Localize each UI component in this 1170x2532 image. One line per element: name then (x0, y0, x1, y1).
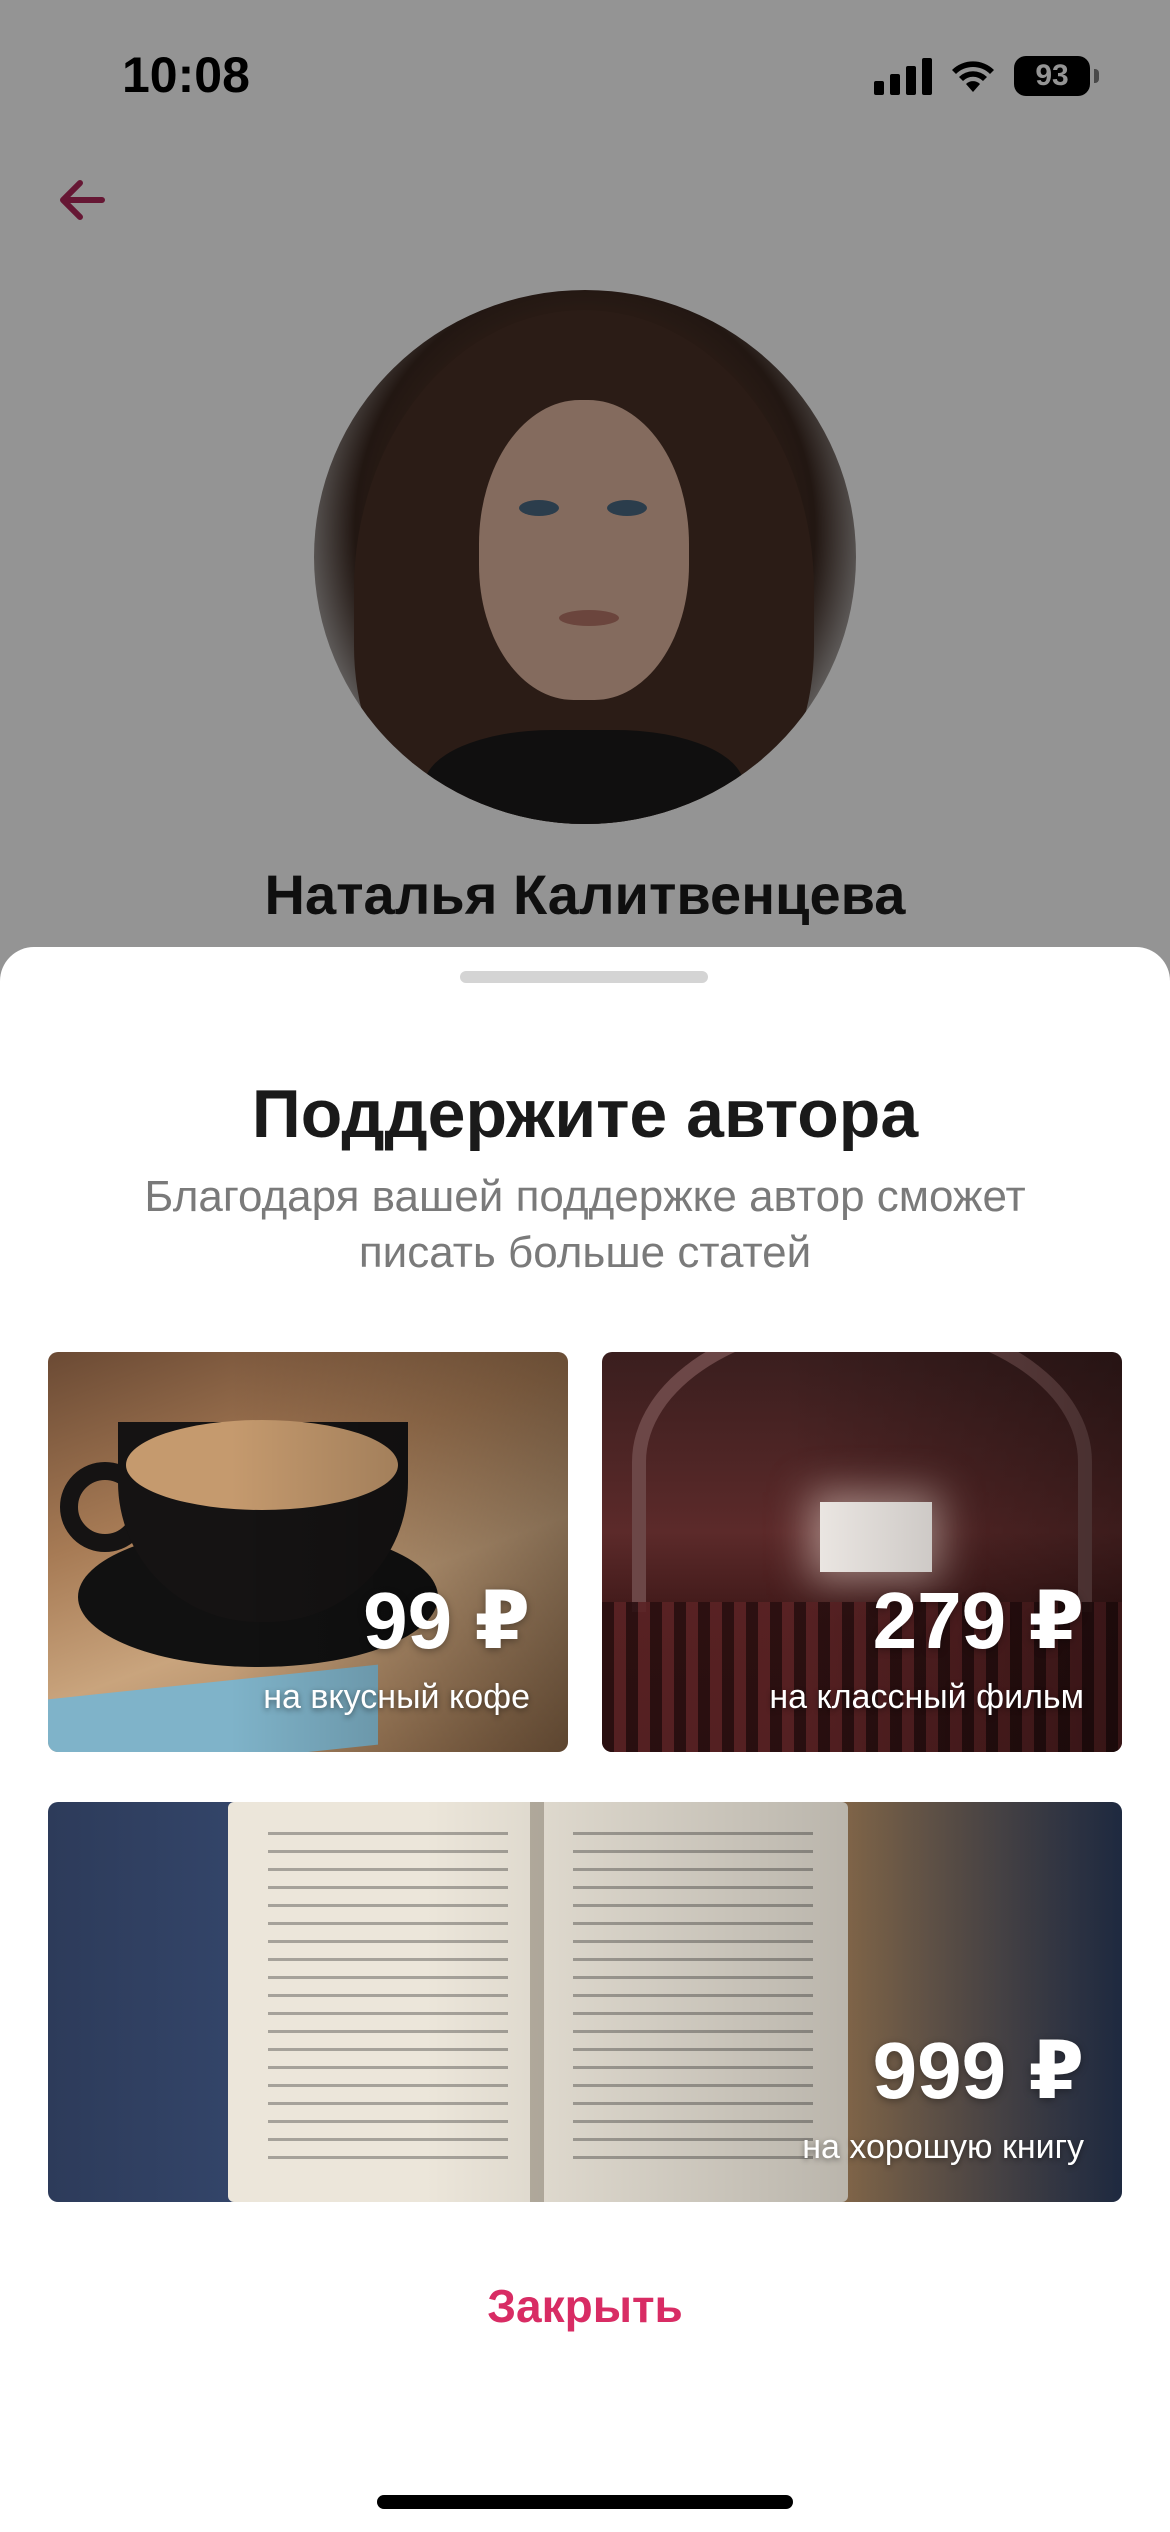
support-option-coffee[interactable]: 99 ₽ на вкусный кофе (48, 1352, 568, 1752)
sheet-grabber[interactable] (460, 971, 708, 983)
support-option-book[interactable]: 999 ₽ на хорошую книгу (48, 1802, 1122, 2202)
option-price: 279 ₽ (872, 1576, 1084, 1665)
option-price: 99 ₽ (363, 1576, 530, 1665)
option-caption: на хорошую книгу (802, 2128, 1084, 2166)
support-sheet: Поддержите автора Благодаря вашей поддер… (0, 947, 1170, 2532)
option-caption: на вкусный кофе (263, 1678, 530, 1716)
home-indicator[interactable] (377, 2495, 793, 2509)
option-price: 999 ₽ (872, 2026, 1084, 2115)
sheet-title: Поддержите автора (251, 1076, 919, 1152)
support-option-cinema[interactable]: 279 ₽ на классный фильм (602, 1352, 1122, 1752)
option-caption: на классный фильм (769, 1678, 1084, 1716)
sheet-subtitle: Благодаря вашей поддержке автор сможет п… (144, 1172, 1026, 1277)
close-button[interactable]: Закрыть (0, 2279, 1170, 2333)
